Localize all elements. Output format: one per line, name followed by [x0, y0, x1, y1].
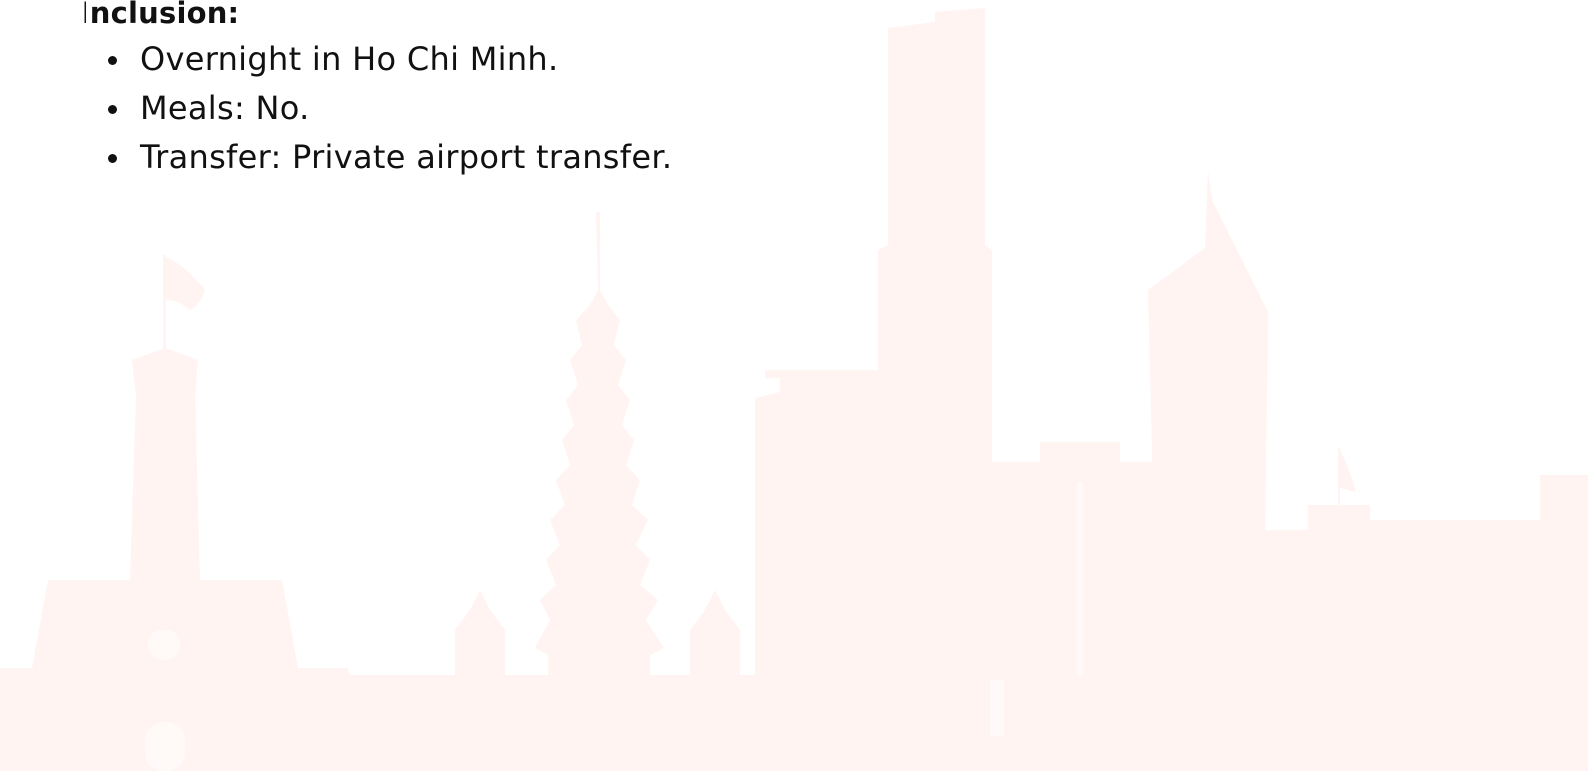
list-item-text: Overnight in Ho Chi Minh. — [140, 40, 559, 78]
right-flag — [1340, 450, 1356, 492]
bullet-icon — [108, 56, 117, 65]
clock-tower-arch — [145, 722, 185, 771]
tower-edge-strip — [990, 680, 1004, 736]
list-item: Meals: No. — [81, 84, 672, 133]
clock-tower-window — [148, 630, 180, 660]
bullet-icon — [108, 105, 117, 114]
section-heading-text: nclusion: — [89, 0, 240, 30]
pavilion-right — [690, 590, 740, 771]
clock-tower-flagpole — [163, 255, 166, 350]
tall-tower — [878, 8, 992, 771]
inclusion-list: Overnight in Ho Chi Minh. Meals: No. Tra… — [81, 35, 672, 182]
list-item-text: Meals: No. — [140, 89, 310, 127]
section-heading: Inclusion: — [81, 0, 672, 35]
clock-tower-flag — [166, 257, 205, 310]
list-item-text: Transfer: Private airport transfer. — [140, 138, 673, 176]
section-heading-initial: I — [81, 0, 90, 30]
office-window-strip — [1077, 482, 1083, 676]
clock-tower — [0, 348, 368, 771]
right-long-building — [1262, 475, 1588, 771]
pagoda — [535, 212, 664, 771]
inclusion-section: Inclusion: Overnight in Ho Chi Minh. Mea… — [81, 0, 672, 182]
right-flagpole — [1338, 448, 1340, 508]
bullet-icon — [108, 154, 117, 163]
list-item: Overnight in Ho Chi Minh. — [81, 35, 672, 84]
spire-tower — [1148, 170, 1268, 771]
office-block — [992, 442, 1160, 771]
midrise-building — [755, 370, 878, 771]
list-item: Transfer: Private airport transfer. — [81, 133, 672, 182]
